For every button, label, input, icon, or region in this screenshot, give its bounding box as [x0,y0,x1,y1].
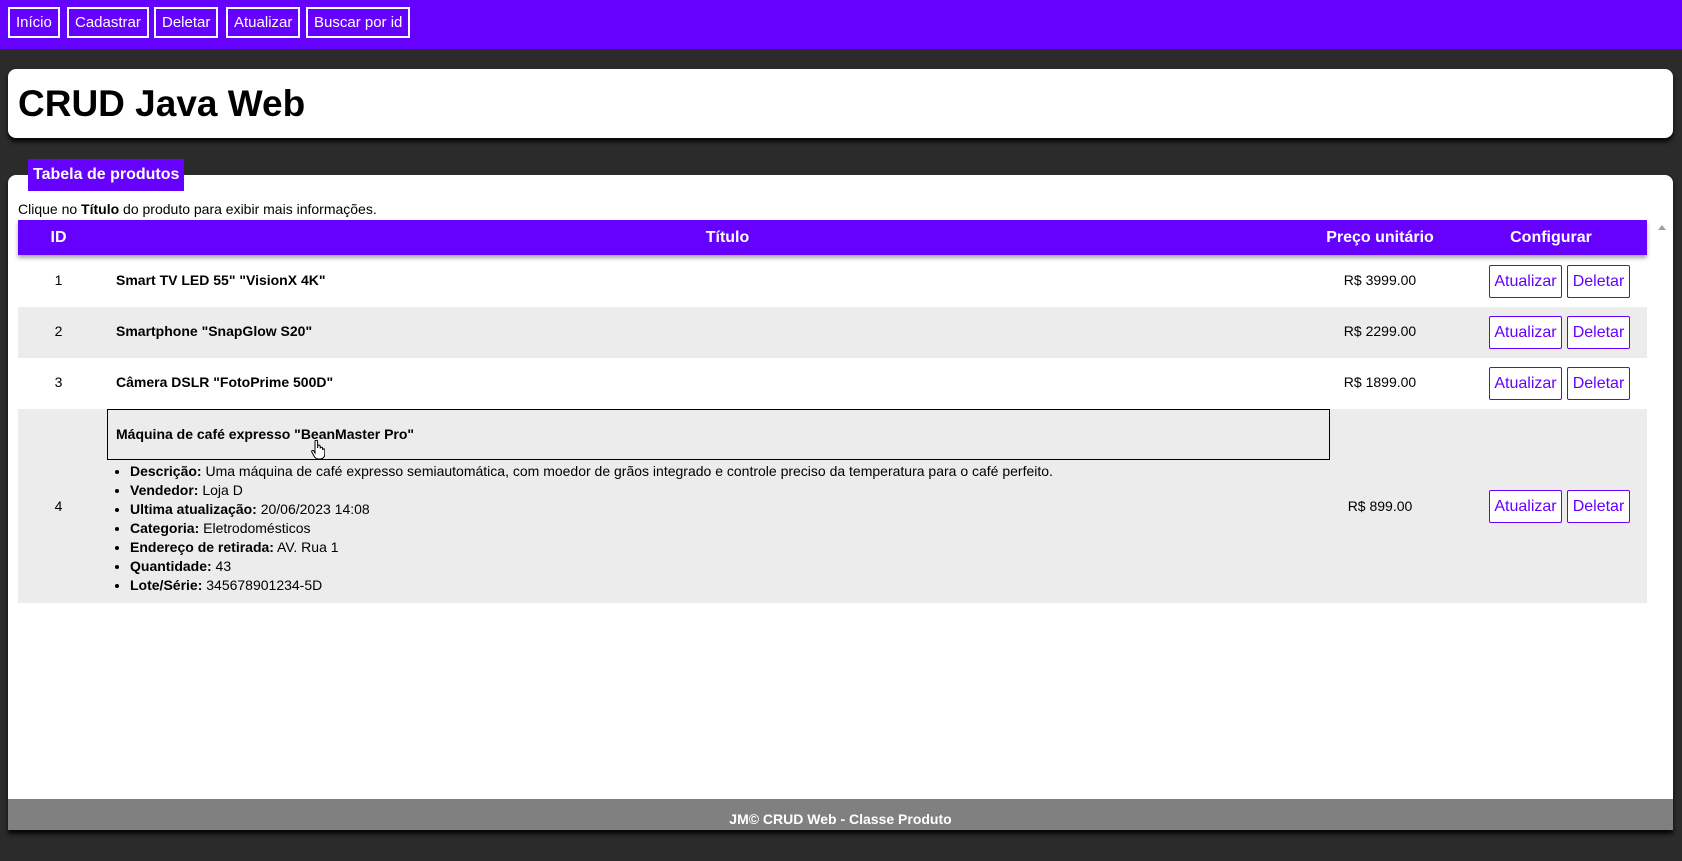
cell-id: 3 [54,374,63,390]
hint-suffix: do produto para exibir mais informações. [119,201,377,217]
delete-button[interactable]: Deletar [1567,490,1630,523]
product-details-list: Descrição: Uma máquina de café expresso … [112,462,1053,595]
products-panel: Clique no Título do produto para exibir … [8,175,1673,830]
nav-inicio-button[interactable]: Início [8,7,60,38]
section-tag: Tabela de produtos [28,159,185,191]
update-button[interactable]: Atualizar [1489,265,1562,298]
table-row-expanded: 4 Máquina de café expresso "BeanMaster P… [18,409,1647,603]
table-row: 2 Smartphone "SnapGlow S20" R$ 2299.00 A… [18,307,1647,358]
update-button[interactable]: Atualizar [1489,316,1562,349]
nav-atualizar-button[interactable]: Atualizar [226,7,301,38]
detail-label: Lote/Série: [130,577,203,593]
detail-item: Descrição: Uma máquina de café expresso … [130,462,1053,481]
detail-value: AV. Rua 1 [273,539,339,555]
hand-pointer-cursor-icon [311,440,325,460]
cell-price: R$ 1899.00 [1343,374,1417,390]
hint-prefix: Clique no [18,201,82,217]
product-title-link[interactable]: Smartphone "SnapGlow S20" [116,323,312,339]
page-title: CRUD Java Web [18,83,306,124]
detail-value: Eletrodomésticos [199,520,311,536]
delete-button[interactable]: Deletar [1567,367,1630,400]
table-header: ID Título Preço unitário Configurar [18,220,1647,255]
detail-label: Endereço de retirada: [130,539,274,555]
top-navbar: Início Cadastrar Deletar Atualizar Busca… [0,0,1682,49]
table-hint: Clique no Título do produto para exibir … [18,200,377,218]
cell-price: R$ 2299.00 [1343,323,1417,339]
cell-price: R$ 899.00 [1347,498,1413,514]
table-row: 1 Smart TV LED 55" "VisionX 4K" R$ 3999.… [18,256,1647,307]
detail-value: Uma máquina de café expresso semiautomát… [201,463,1053,479]
detail-label: Quantidade: [130,558,212,574]
detail-item: Lote/Série: 345678901234-5D [130,576,1053,595]
detail-value: 20/06/2023 14:08 [256,501,370,517]
detail-item: Vendedor: Loja D [130,481,1053,500]
detail-item: Categoria: Eletrodomésticos [130,519,1053,538]
detail-item: Ultima atualização: 20/06/2023 14:08 [130,500,1053,519]
detail-value: 345678901234-5D [202,577,323,593]
detail-item: Quantidade: 43 [130,557,1053,576]
table-row: 3 Câmera DSLR "FotoPrime 500D" R$ 1899.0… [18,358,1647,409]
cell-id: 2 [54,323,63,339]
product-title-link[interactable]: Smart TV LED 55" "VisionX 4K" [116,272,326,288]
hint-bold: Título [81,201,120,217]
column-header-config: Configurar [1510,229,1592,246]
product-title-link[interactable]: Câmera DSLR "FotoPrime 500D" [116,374,333,390]
page-footer: JM© CRUD Web - Classe Produto [8,799,1673,830]
delete-button[interactable]: Deletar [1567,316,1630,349]
detail-value: Loja D [198,482,243,498]
nav-cadastrar-button[interactable]: Cadastrar [67,7,149,38]
update-button[interactable]: Atualizar [1489,490,1562,523]
column-header-title: Título [705,229,750,246]
detail-label: Categoria: [130,520,200,536]
product-title-link[interactable]: Máquina de café expresso "BeanMaster Pro… [116,426,414,442]
cell-id: 4 [54,498,63,514]
header-card: CRUD Java Web [8,69,1673,138]
detail-label: Ultima atualização: [130,501,257,517]
detail-item: Endereço de retirada: AV. Rua 1 [130,538,1053,557]
nav-buscar-por-id-button[interactable]: Buscar por id [306,7,411,38]
detail-label: Descrição: [130,463,202,479]
cell-price: R$ 3999.00 [1343,272,1417,288]
detail-value: 43 [211,558,232,574]
column-header-price: Preço unitário [1326,229,1434,246]
update-button[interactable]: Atualizar [1489,367,1562,400]
detail-label: Vendedor: [130,482,199,498]
scroll-up-arrow-icon[interactable] [1658,225,1666,230]
nav-deletar-button[interactable]: Deletar [154,7,219,38]
delete-button[interactable]: Deletar [1567,265,1630,298]
column-header-id: ID [50,229,67,246]
cell-id: 1 [54,272,63,288]
